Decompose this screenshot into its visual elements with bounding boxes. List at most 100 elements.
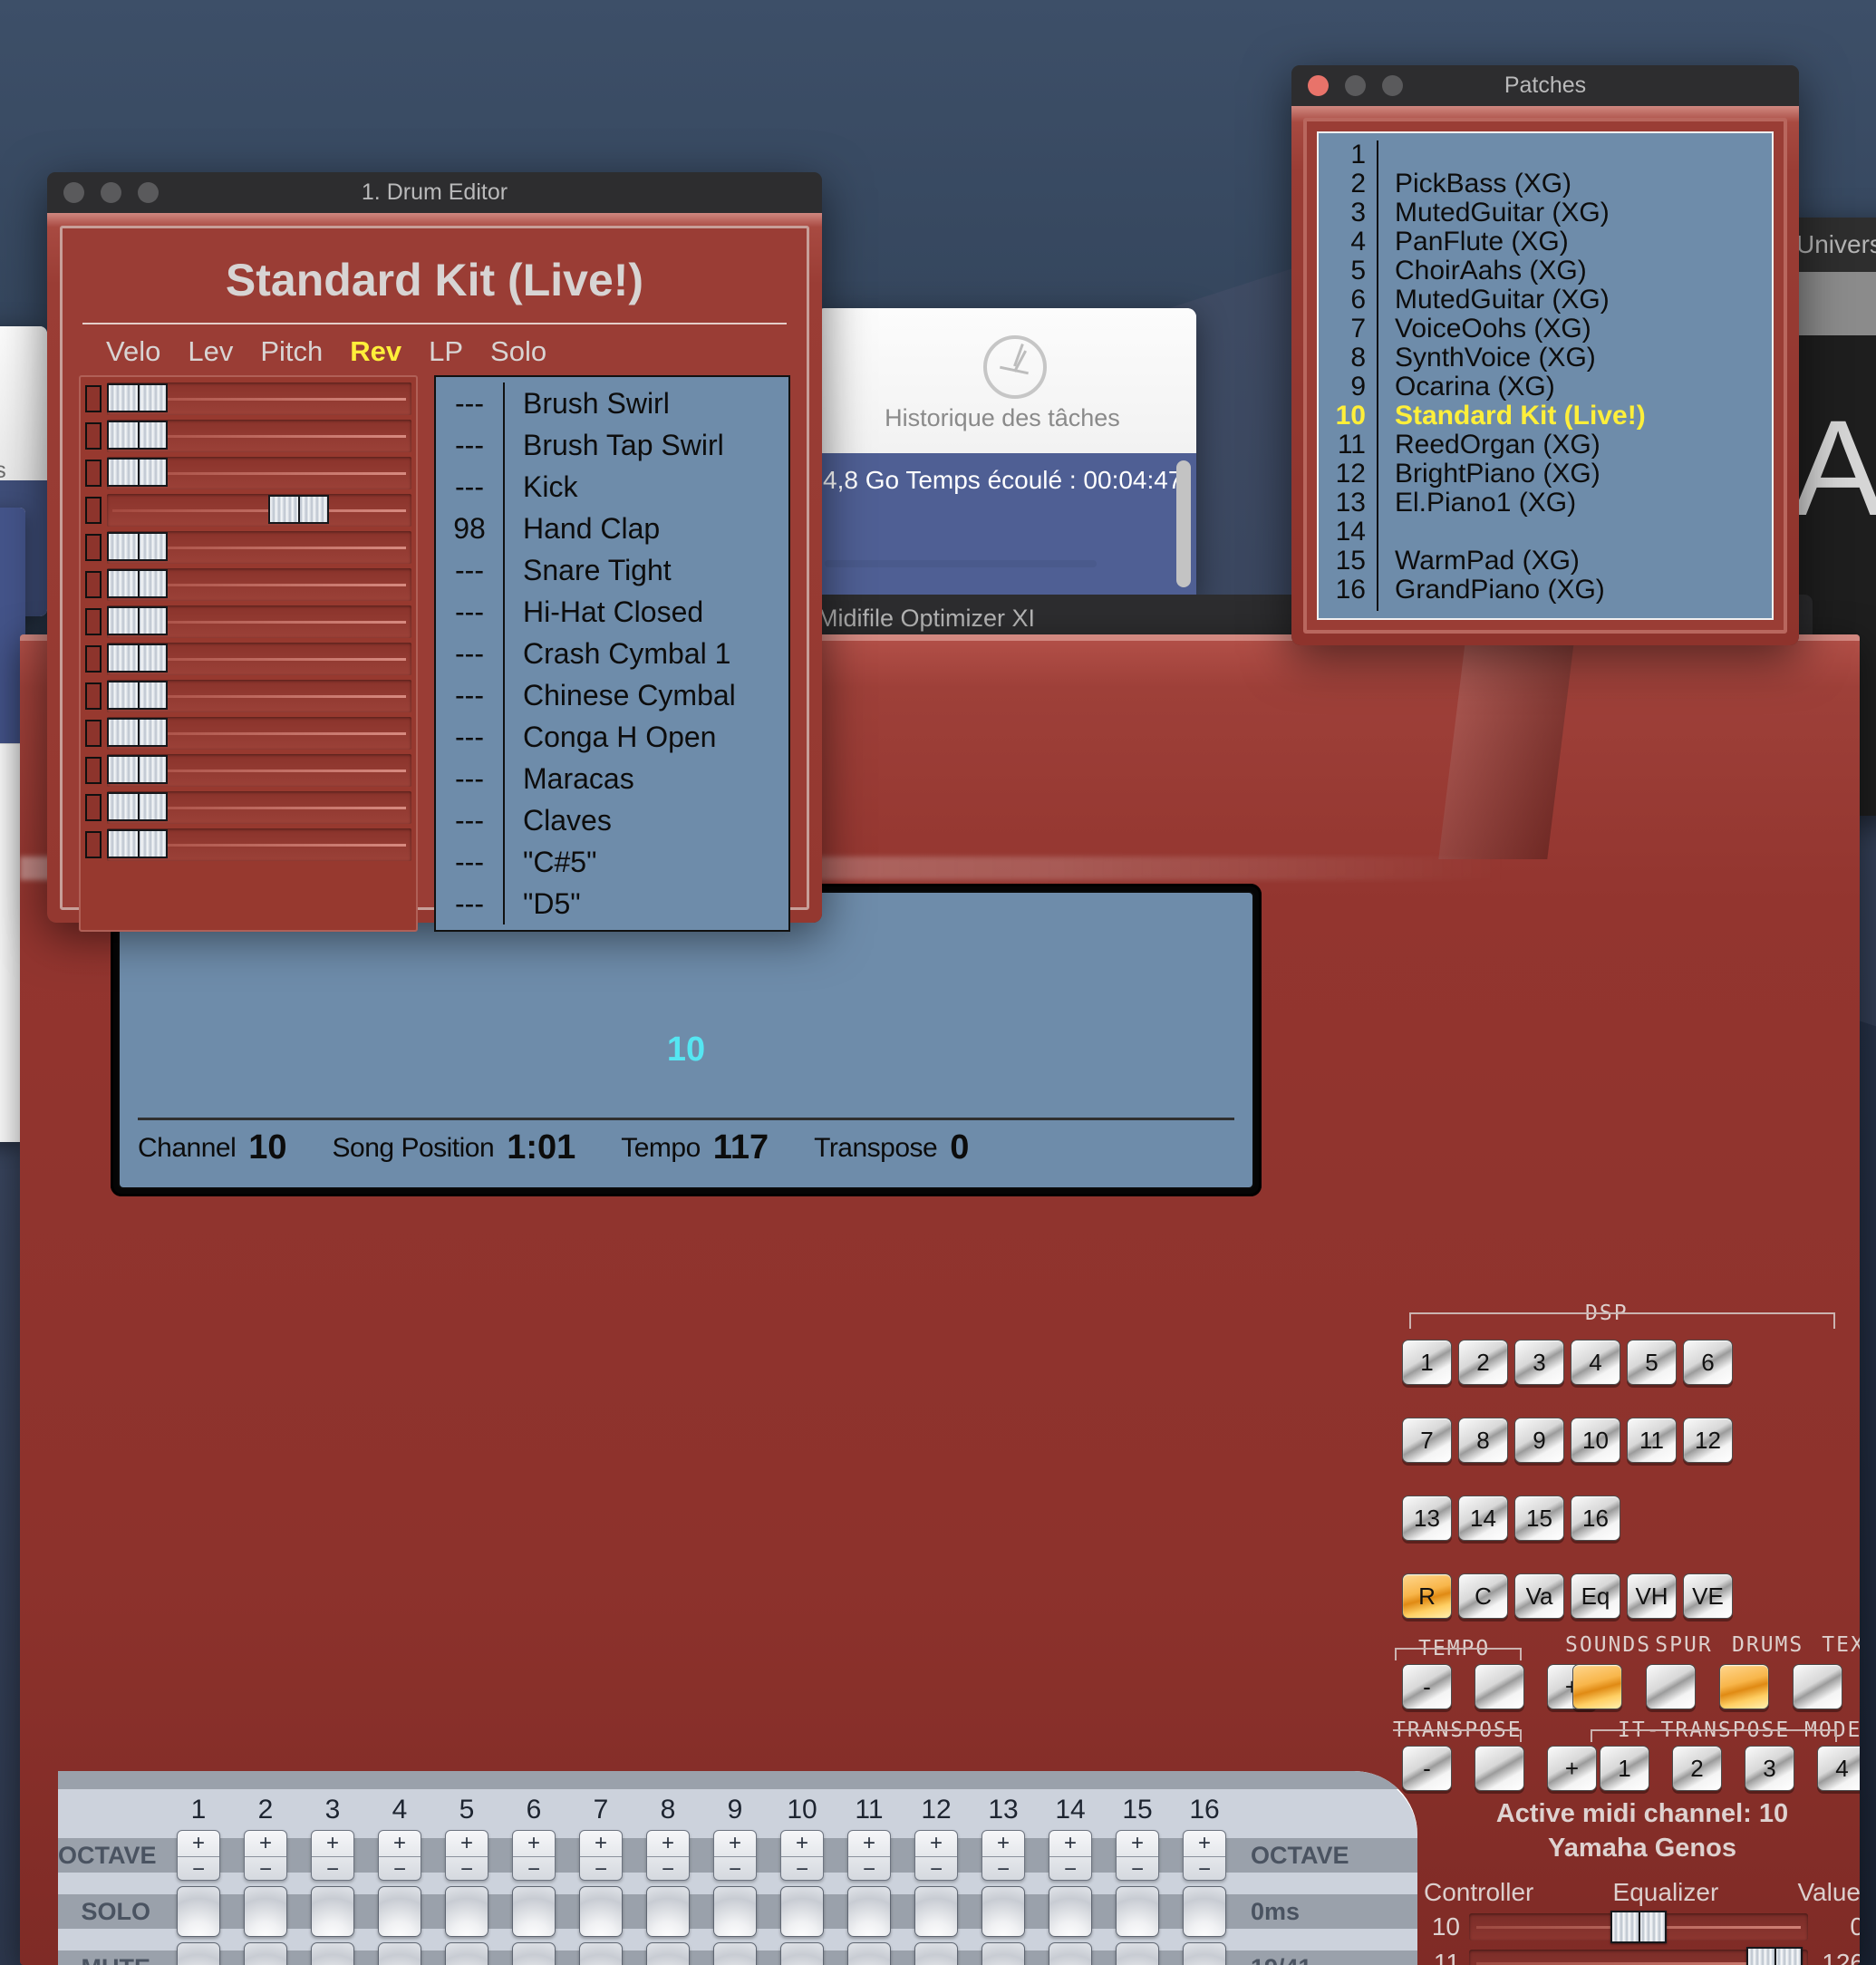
close-icon[interactable] bbox=[1308, 75, 1329, 96]
drum-slider-track-6[interactable] bbox=[107, 568, 411, 601]
patch-list-item[interactable]: 6 MutedGuitar (XG) bbox=[1319, 285, 1772, 315]
patch-list-item[interactable]: 7 VoiceOohs (XG) bbox=[1319, 314, 1772, 344]
dsp-button-10[interactable]: 10 bbox=[1571, 1418, 1620, 1463]
octave-stepper-4[interactable]: + − bbox=[378, 1830, 421, 1882]
patch-list-item[interactable]: 16 GrandPiano (XG) bbox=[1319, 575, 1772, 605]
it-transpose-button-2[interactable]: 2 bbox=[1672, 1746, 1722, 1791]
octave-plus[interactable]: + bbox=[446, 1831, 488, 1857]
dsp-button-r[interactable]: R bbox=[1402, 1573, 1452, 1619]
it-transpose-button-4[interactable]: 4 bbox=[1817, 1746, 1860, 1791]
patches-titlebar[interactable]: Patches bbox=[1291, 65, 1799, 106]
patch-list-item[interactable]: 8 SynthVoice (XG) bbox=[1319, 343, 1772, 373]
drum-column-lev[interactable]: Lev bbox=[188, 335, 233, 368]
mute-button-4[interactable] bbox=[378, 1942, 421, 1965]
octave-minus[interactable]: − bbox=[1117, 1857, 1158, 1883]
octave-stepper-3[interactable]: + − bbox=[311, 1830, 354, 1883]
drum-list-item[interactable]: --- "D5" bbox=[436, 883, 788, 924]
mute-button-11[interactable] bbox=[847, 1942, 891, 1965]
patch-list-item[interactable]: 11 ReedOrgan (XG) bbox=[1319, 430, 1772, 460]
patch-list-item[interactable]: 5 ChoirAahs (XG) bbox=[1319, 256, 1772, 286]
octave-minus[interactable]: − bbox=[312, 1857, 353, 1883]
dsp-button-7[interactable]: 7 bbox=[1402, 1418, 1452, 1463]
mute-button-3[interactable] bbox=[311, 1942, 354, 1965]
drum-led-12[interactable] bbox=[85, 794, 102, 821]
mute-button-12[interactable] bbox=[914, 1942, 958, 1965]
solo-button-3[interactable] bbox=[311, 1886, 354, 1937]
drum-list-item[interactable]: --- Brush Tap Swirl bbox=[436, 424, 788, 466]
drum-slider-track-3[interactable] bbox=[107, 457, 411, 489]
drum-list-item[interactable]: --- Hi-Hat Closed bbox=[436, 591, 788, 633]
toggle-button-text[interactable] bbox=[1793, 1664, 1842, 1709]
drum-editor-titlebar[interactable]: 1. Drum Editor bbox=[47, 172, 822, 213]
task-history-scrollbar[interactable] bbox=[1176, 460, 1191, 587]
octave-plus[interactable]: + bbox=[178, 1831, 219, 1857]
drum-instrument-list[interactable]: --- Brush Swirl --- Brush Tap Swirl --- Kick 9… bbox=[434, 375, 790, 932]
octave-minus[interactable]: − bbox=[245, 1857, 286, 1883]
drum-led-3[interactable] bbox=[85, 460, 102, 487]
dsp-button-ve[interactable]: VE bbox=[1683, 1573, 1733, 1619]
drum-slider-track-11[interactable] bbox=[107, 754, 411, 787]
drum-led-6[interactable] bbox=[85, 571, 102, 598]
drum-slider-track-5[interactable] bbox=[107, 531, 411, 564]
octave-minus[interactable]: − bbox=[178, 1857, 219, 1883]
dsp-button-3[interactable]: 3 bbox=[1514, 1340, 1564, 1385]
drum-list-item[interactable]: --- Claves bbox=[436, 799, 788, 841]
drum-slider-track-9[interactable] bbox=[107, 680, 411, 712]
octave-minus[interactable]: − bbox=[848, 1857, 890, 1883]
solo-button-11[interactable] bbox=[847, 1886, 891, 1937]
drum-led-8[interactable] bbox=[85, 645, 102, 673]
dsp-button-5[interactable]: 5 bbox=[1627, 1340, 1677, 1385]
drum-slider-track-10[interactable] bbox=[107, 717, 411, 750]
mute-button-16[interactable] bbox=[1183, 1942, 1226, 1965]
octave-stepper-1[interactable]: + − bbox=[177, 1830, 220, 1883]
drum-list-item[interactable]: 98 Hand Clap bbox=[436, 508, 788, 549]
mute-button-5[interactable] bbox=[445, 1942, 488, 1965]
octave-stepper-12[interactable]: + − bbox=[914, 1830, 958, 1883]
dsp-button-8[interactable]: 8 bbox=[1458, 1418, 1508, 1463]
drum-led-13[interactable] bbox=[85, 831, 102, 858]
drum-slider-track-8[interactable] bbox=[107, 643, 411, 675]
patch-list-item[interactable]: 3 MutedGuitar (XG) bbox=[1319, 198, 1772, 227]
drum-led-1[interactable] bbox=[85, 385, 102, 412]
solo-button-13[interactable] bbox=[982, 1886, 1025, 1937]
solo-button-10[interactable] bbox=[780, 1886, 824, 1937]
drum-column-solo[interactable]: Solo bbox=[490, 335, 546, 368]
dsp-button-2[interactable]: 2 bbox=[1458, 1340, 1508, 1385]
octave-plus[interactable]: + bbox=[781, 1831, 823, 1857]
octave-minus[interactable]: − bbox=[513, 1857, 555, 1883]
octave-plus[interactable]: + bbox=[513, 1831, 555, 1857]
patch-list-item[interactable]: 15 WarmPad (XG) bbox=[1319, 546, 1772, 576]
octave-plus[interactable]: + bbox=[312, 1831, 353, 1857]
octave-stepper-15[interactable]: + − bbox=[1116, 1830, 1159, 1883]
drum-slider-knob-9[interactable] bbox=[107, 681, 168, 710]
mute-button-10[interactable] bbox=[780, 1942, 824, 1965]
octave-plus[interactable]: + bbox=[647, 1831, 689, 1857]
solo-button-1[interactable] bbox=[177, 1886, 220, 1937]
octave-plus[interactable]: + bbox=[982, 1831, 1024, 1857]
octave-stepper-5[interactable]: + − bbox=[445, 1830, 488, 1882]
drum-list-item[interactable]: --- Crash Cymbal 1 bbox=[436, 633, 788, 674]
drum-column-velo[interactable]: Velo bbox=[106, 335, 160, 368]
mute-button-7[interactable] bbox=[579, 1942, 623, 1965]
drum-led-9[interactable] bbox=[85, 682, 102, 710]
octave-plus[interactable]: + bbox=[1117, 1831, 1158, 1857]
drum-led-10[interactable] bbox=[85, 720, 102, 747]
equalizer-knob[interactable] bbox=[1610, 1911, 1667, 1943]
drum-list-item[interactable]: --- Snare Tight bbox=[436, 549, 788, 591]
octave-plus[interactable]: + bbox=[245, 1831, 286, 1857]
patch-list-item[interactable]: 2 PickBass (XG) bbox=[1319, 169, 1772, 198]
octave-minus[interactable]: − bbox=[982, 1857, 1024, 1883]
tempo-minus-blank[interactable] bbox=[1475, 1664, 1524, 1709]
minimize-icon[interactable] bbox=[101, 182, 121, 203]
mute-button-6[interactable] bbox=[512, 1942, 556, 1965]
octave-stepper-16[interactable]: + − bbox=[1183, 1830, 1226, 1882]
octave-stepper-8[interactable]: + − bbox=[646, 1830, 690, 1882]
drum-list-item[interactable]: --- Maracas bbox=[436, 758, 788, 799]
dsp-button-16[interactable]: 16 bbox=[1571, 1496, 1620, 1541]
octave-plus[interactable]: + bbox=[1049, 1831, 1091, 1857]
drum-slider-knob-7[interactable] bbox=[107, 606, 168, 635]
dsp-button-4[interactable]: 4 bbox=[1571, 1340, 1620, 1385]
octave-minus[interactable]: − bbox=[915, 1857, 957, 1883]
transpose-blank-button[interactable] bbox=[1475, 1746, 1524, 1791]
drum-slider-track-2[interactable] bbox=[107, 420, 411, 452]
